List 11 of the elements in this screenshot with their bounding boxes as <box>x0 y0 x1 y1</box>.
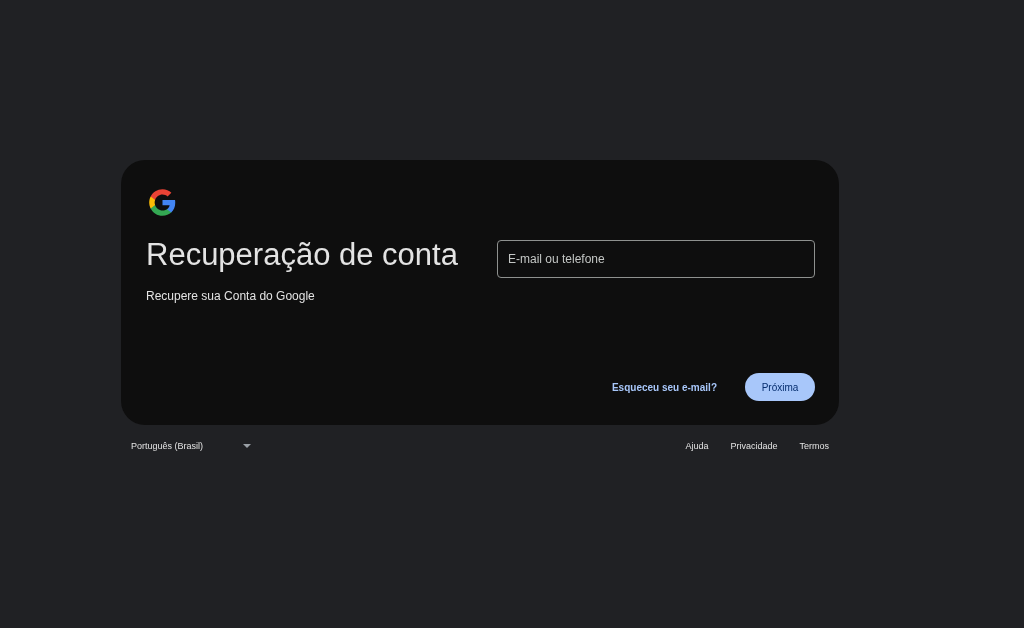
logo-icon <box>148 188 177 217</box>
caret-icon <box>243 444 252 448</box>
next-button[interactable]: Próxima <box>745 373 815 401</box>
subtitle: Recupere sua Conta do Google <box>146 289 316 303</box>
language-select[interactable]: Português (Brasil) <box>131 441 252 451</box>
email-field[interactable]: E-mail ou telefone <box>497 240 815 278</box>
page-title: Recuperação de conta <box>146 236 458 274</box>
forgot-email-link[interactable]: Esqueceu seu e-mail? <box>611 381 717 393</box>
footer-link[interactable]: Privacidade <box>730 441 778 451</box>
footer-link[interactable]: Ajuda <box>685 441 709 451</box>
footer-link[interactable]: Termos <box>799 441 829 451</box>
